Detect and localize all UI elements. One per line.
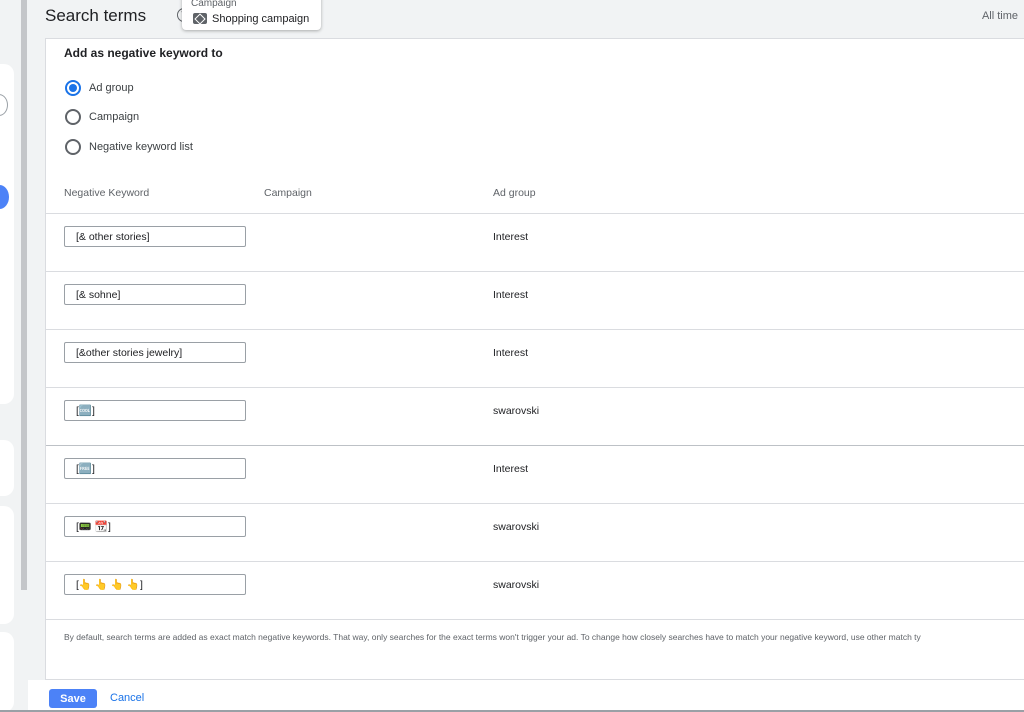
cancel-button[interactable]: Cancel: [110, 692, 144, 704]
table-row: swarovski: [46, 504, 1024, 562]
page-header: Search terms ? Campaign Shopping campaig…: [28, 0, 1024, 38]
panel-title: Add as negative keyword to: [64, 46, 223, 60]
rail-card: [0, 506, 14, 624]
campaign-selector-value: Shopping campaign: [212, 13, 310, 25]
ad-group-cell: swarovski: [493, 405, 540, 417]
table-row: Interest: [46, 446, 1024, 504]
table-row: swarovski: [46, 388, 1024, 446]
ad-group-cell: Interest: [493, 463, 529, 475]
negative-keyword-input[interactable]: [64, 458, 246, 479]
negative-keyword-panel: Add as negative keyword to Ad group Camp…: [45, 38, 1024, 680]
scrollbar[interactable]: [21, 0, 27, 590]
left-rail: [0, 0, 28, 712]
negative-keyword-input[interactable]: [64, 284, 246, 305]
table-row: Interest: [46, 214, 1024, 272]
page-title: Search terms: [45, 6, 147, 25]
negative-keyword-input[interactable]: [64, 342, 246, 363]
campaign-selector[interactable]: Campaign Shopping campaign: [182, 0, 321, 30]
ad-group-cell: Interest: [493, 289, 529, 301]
ad-group-cell: Interest: [493, 347, 529, 359]
campaign-selector-label: Campaign: [191, 0, 237, 9]
ad-group-cell: swarovski: [493, 579, 540, 591]
table-row: Interest: [46, 272, 1024, 330]
radio-option-ad-group[interactable]: Ad group: [65, 79, 134, 97]
radio-option-negative-keyword-list[interactable]: Negative keyword list: [65, 138, 193, 156]
match-type-footnote: By default, search terms are added as ex…: [64, 632, 921, 642]
shopping-tag-icon: [193, 13, 207, 24]
action-bar: Save Cancel: [28, 680, 1024, 712]
negative-keyword-input[interactable]: [64, 226, 246, 247]
save-button[interactable]: Save: [49, 689, 97, 708]
negative-keyword-input[interactable]: [64, 400, 246, 421]
radio-label: Campaign: [89, 111, 140, 123]
radio-option-campaign[interactable]: Campaign: [65, 108, 139, 126]
radio-button[interactable]: [65, 109, 81, 125]
column-header-campaign: Campaign: [264, 187, 312, 199]
rail-card: [0, 440, 14, 496]
radio-button[interactable]: [65, 80, 81, 96]
ad-group-cell: swarovski: [493, 521, 540, 533]
column-header-negative-keyword: Negative Keyword: [64, 187, 150, 199]
table-row: swarovski: [46, 562, 1024, 620]
column-header-ad-group: Ad group: [493, 187, 536, 199]
negative-keyword-input[interactable]: [64, 574, 246, 595]
ad-group-cell: Interest: [493, 231, 529, 243]
table-row: Interest: [46, 330, 1024, 388]
radio-label: Ad group: [89, 82, 134, 94]
rail-card: [0, 632, 14, 712]
negative-keyword-input[interactable]: [64, 516, 246, 537]
radio-label: Negative keyword list: [89, 141, 193, 153]
radio-button[interactable]: [65, 139, 81, 155]
date-range[interactable]: All time: [982, 10, 1018, 22]
